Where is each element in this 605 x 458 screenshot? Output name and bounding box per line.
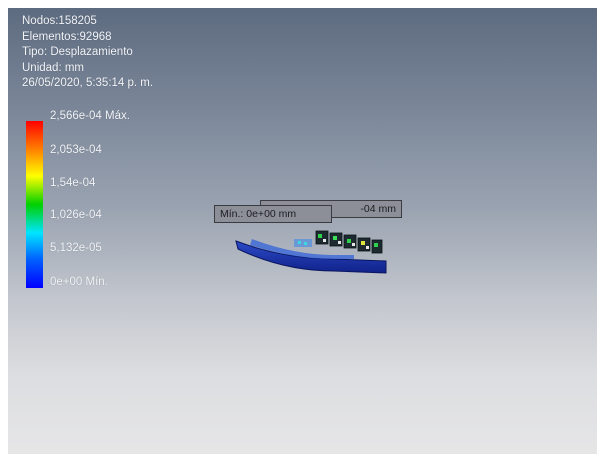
legend-min-label: 0e+00 Mín. [50,276,108,288]
result-info-panel: Nodos:158205 Elementos:92968 Tipo: Despl… [22,14,153,92]
component-cluster [294,230,383,254]
legend-label-3: 1,54e-04 [50,177,96,189]
legend-label-2: 2,053e-04 [50,144,102,156]
deformed-model[interactable] [234,215,394,283]
node-count: Nodos:158205 [22,15,97,27]
legend-max-label: 2,566e-04 Máx. [50,110,130,122]
result-timestamp: 26/05/2020, 5:35:14 p. m. [22,77,154,89]
legend-label-4: 1,026e-04 [50,209,102,221]
min-probe-tooltip[interactable]: Mín.: 0e+00 mm [214,205,332,223]
fea-result-viewport[interactable]: Nodos:158205 Elementos:92968 Tipo: Despl… [8,8,597,454]
element-count: Elementos:92968 [22,30,112,43]
result-type: Tipo: Desplazamiento [22,46,133,58]
color-scale-bar [26,121,43,288]
legend-label-5: 5,132e-05 [50,242,102,254]
result-unit: Unidad: mm [22,61,84,74]
